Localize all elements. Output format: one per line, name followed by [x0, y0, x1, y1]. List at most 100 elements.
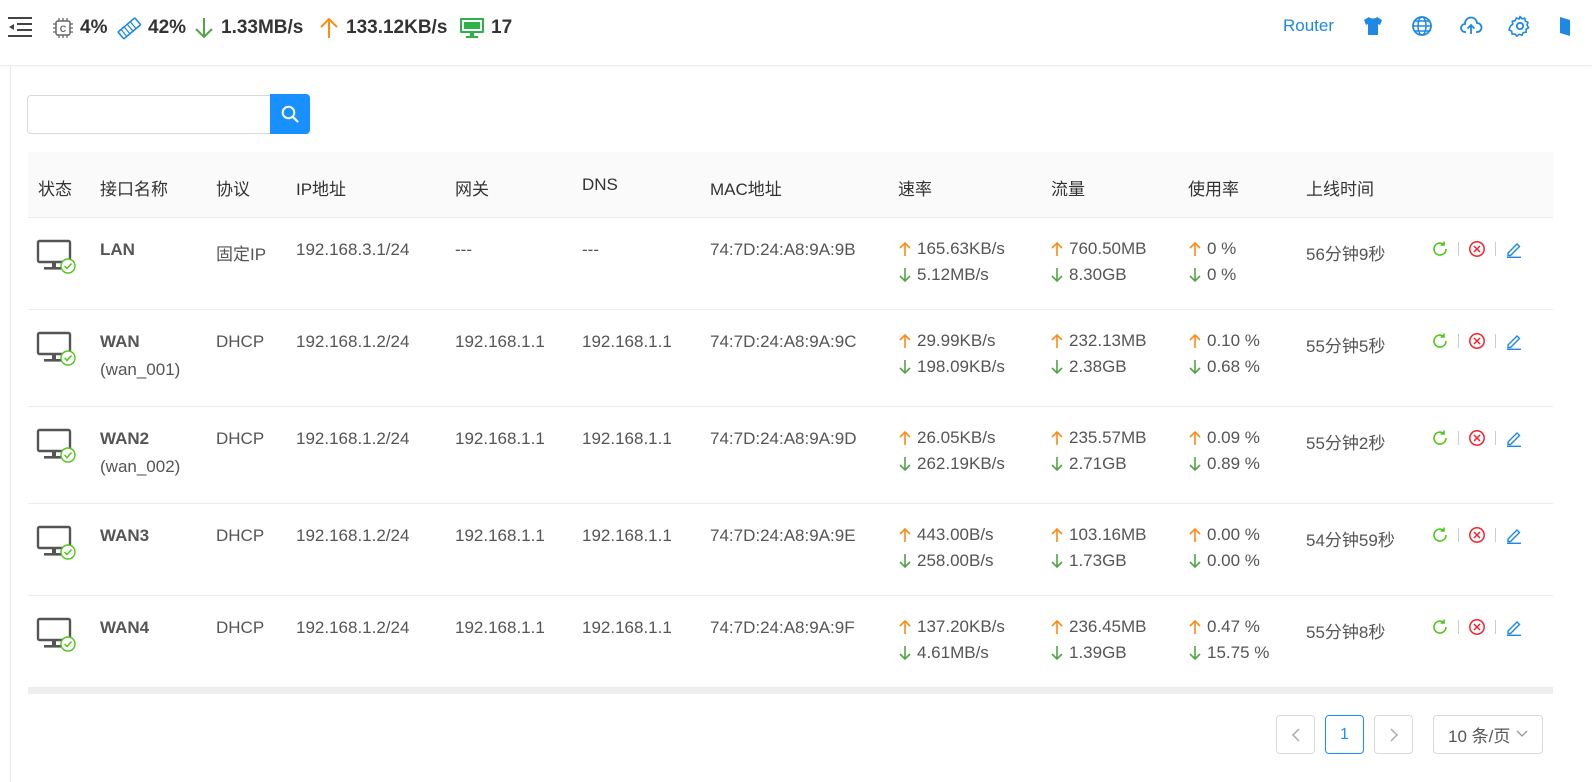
refresh-icon[interactable] [1431, 618, 1449, 636]
divider [1495, 620, 1496, 634]
interface-online-icon [36, 239, 76, 274]
close-circle-icon[interactable] [1468, 618, 1486, 636]
header-name: 接口名称 [100, 180, 168, 199]
edit-icon[interactable] [1505, 526, 1523, 544]
table-scrollbar[interactable] [28, 688, 1553, 694]
gateway: 192.168.1.1 [455, 618, 545, 637]
chevron-down-icon [1516, 730, 1528, 737]
header-proto: 协议 [216, 180, 250, 199]
interface-alias: (wan_001) [100, 360, 181, 379]
edit-icon[interactable] [1505, 332, 1523, 350]
table-body: LAN 固定IP 192.168.3.1/24 --- --- 74:7D:24:A8:9… [28, 218, 1553, 688]
rate-up: 29.99KB/s [917, 331, 996, 350]
divider [1458, 620, 1459, 634]
menu-toggle-icon[interactable] [8, 16, 32, 38]
refresh-icon[interactable] [1431, 332, 1449, 350]
search-input[interactable] [27, 95, 271, 134]
clients-stat: 17 [459, 14, 512, 42]
language-globe-icon[interactable] [1410, 14, 1434, 38]
usage: 0.47 % 15.75 % [1188, 614, 1269, 666]
settings-gear-icon[interactable] [1508, 14, 1532, 38]
arrow-up-icon [1189, 430, 1201, 445]
arrow-up-icon [1051, 333, 1063, 348]
arrow-up-icon [1189, 241, 1201, 256]
page-size-select[interactable]: 10 条/页 [1433, 715, 1543, 754]
upload-speed: 133.12KB/s [346, 17, 448, 38]
divider [1458, 528, 1459, 542]
arrow-down-icon [899, 554, 911, 569]
uptime: 55分钟2秒 [1306, 434, 1386, 453]
arrow-up-icon [1189, 333, 1201, 348]
divider [1495, 242, 1496, 256]
page-size-value: 10 条/页 [1448, 727, 1511, 746]
divider [1495, 431, 1496, 445]
arrow-up-icon [899, 430, 911, 445]
rate-down: 5.12MB/s [917, 265, 989, 284]
ip-address: 192.168.1.2/24 [296, 429, 410, 448]
arrow-up-icon [1051, 619, 1063, 634]
interface-name: WAN3 [100, 526, 150, 545]
gateway: 192.168.1.1 [455, 526, 545, 545]
ip-address: 192.168.3.1/24 [296, 240, 410, 259]
arrow-up-icon [899, 527, 911, 542]
rate-up: 137.20KB/s [917, 617, 1005, 636]
traffic-up: 236.45MB [1069, 617, 1147, 636]
mac-address: 74:7D:24:A8:9A:9B [710, 240, 856, 259]
protocol: 固定IP [216, 245, 267, 264]
dns: 192.168.1.1 [582, 332, 672, 351]
cpu-icon: C [53, 18, 73, 38]
memory-stat: 42% [116, 14, 186, 42]
usage-down: 0.68 % [1207, 357, 1260, 376]
edit-icon[interactable] [1505, 618, 1523, 636]
arrow-up-icon [1189, 527, 1201, 542]
book-icon[interactable] [1558, 14, 1582, 38]
router-link[interactable]: Router [1283, 16, 1334, 36]
prev-page-button[interactable] [1276, 715, 1315, 754]
row-actions [1431, 332, 1523, 350]
theme-shirt-icon[interactable] [1361, 14, 1385, 38]
refresh-icon[interactable] [1431, 526, 1449, 544]
gateway: 192.168.1.1 [455, 332, 545, 351]
upload-stat: 133.12KB/s [318, 14, 447, 42]
mac-address: 74:7D:24:A8:9A:9E [710, 526, 856, 545]
arrow-up-icon [1189, 619, 1201, 634]
cloud-upload-icon[interactable] [1459, 14, 1483, 38]
close-circle-icon[interactable] [1468, 429, 1486, 447]
header-mac: MAC地址 [710, 180, 782, 199]
close-circle-icon[interactable] [1468, 526, 1486, 544]
traffic: 103.16MB 1.73GB [1050, 522, 1147, 574]
arrow-up-icon [1051, 241, 1063, 256]
arrow-up-icon [899, 619, 911, 634]
mac-address: 74:7D:24:A8:9A:9F [710, 618, 855, 637]
table-row: WAN (wan_001) DHCP 192.168.1.2/24 192.168.1.… [28, 310, 1553, 407]
gateway: 192.168.1.1 [455, 429, 545, 448]
rate: 443.00B/s 258.00B/s [898, 522, 994, 574]
clients-count: 17 [491, 17, 513, 38]
rate-down: 258.00B/s [917, 551, 994, 570]
edit-icon[interactable] [1505, 240, 1523, 258]
header-uptime: 上线时间 [1306, 180, 1374, 199]
page-1-button[interactable]: 1 [1325, 715, 1364, 754]
protocol: DHCP [216, 429, 265, 448]
next-page-button[interactable] [1374, 715, 1413, 754]
arrow-down-icon [1051, 268, 1063, 283]
row-actions [1431, 618, 1523, 636]
arrow-down-icon [1051, 457, 1063, 472]
top-bar: C 4% 42% 1.33MB/s 133.12KB/s 17 Router [0, 0, 1592, 66]
dns: 192.168.1.1 [582, 429, 672, 448]
arrow-down-icon [899, 646, 911, 661]
close-circle-icon[interactable] [1468, 332, 1486, 350]
memory-icon [117, 17, 142, 40]
rate: 29.99KB/s 198.09KB/s [898, 328, 1005, 380]
search-button[interactable] [270, 94, 310, 134]
interfaces-table: 状态 接口名称 协议 IP地址 网关 DNS MAC地址 速率 流量 使用率 上… [28, 152, 1553, 688]
interface-online-icon [36, 617, 76, 652]
refresh-icon[interactable] [1431, 429, 1449, 447]
row-actions [1431, 240, 1523, 258]
close-circle-icon[interactable] [1468, 240, 1486, 258]
refresh-icon[interactable] [1431, 240, 1449, 258]
dns: 192.168.1.1 [582, 618, 672, 637]
interface-name: WAN2 [100, 429, 150, 448]
edit-icon[interactable] [1505, 429, 1523, 447]
arrow-down-icon [1189, 554, 1201, 569]
